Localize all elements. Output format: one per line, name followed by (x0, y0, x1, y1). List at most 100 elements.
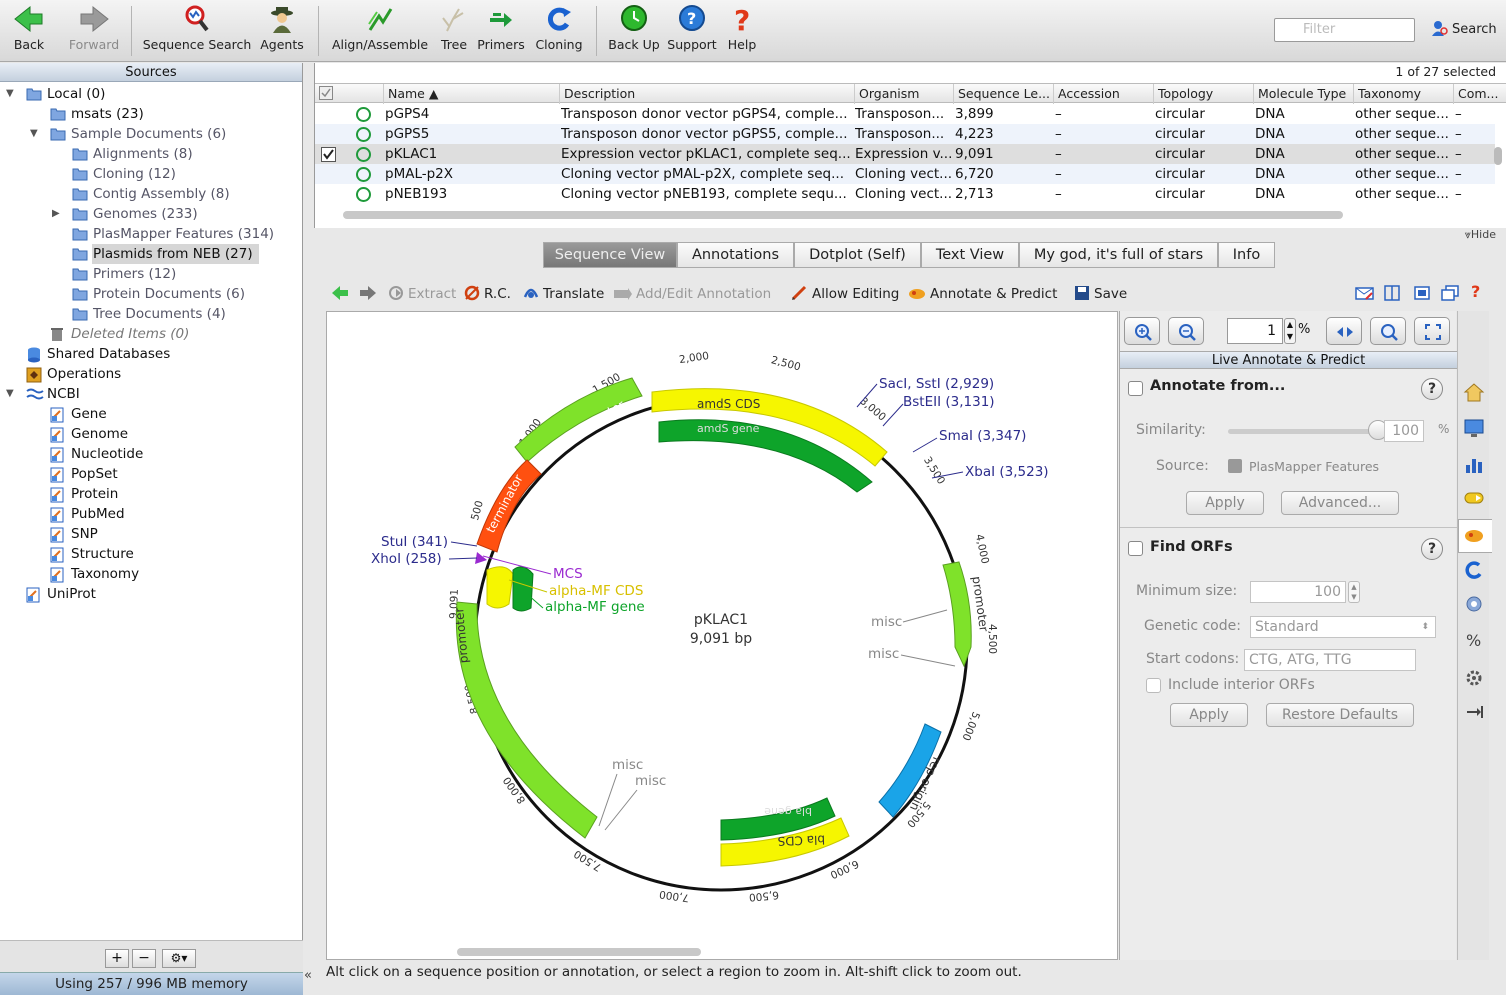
apply-annotate-button[interactable]: Apply (1186, 491, 1264, 515)
source-item-plasmapper-features[interactable]: PlasMapper Features (314) (0, 224, 300, 244)
monitor-icon[interactable] (1463, 417, 1485, 439)
fullscreen-button[interactable] (1414, 317, 1450, 345)
collapse-arrow-icon[interactable]: ▼ (6, 384, 14, 404)
tree-button[interactable]: Tree (437, 4, 471, 52)
support-button[interactable]: ? Support (664, 4, 720, 52)
tab-dotplot[interactable]: Dotplot (Self) (794, 242, 921, 268)
add-edit-annotation-button[interactable]: Add/Edit Annotation (613, 285, 771, 302)
extract-button[interactable]: Extract (387, 285, 456, 302)
allow-editing-button[interactable]: Allow Editing (791, 285, 899, 302)
sequence-search-button[interactable]: Sequence Search (142, 4, 252, 52)
annotate-predict-button[interactable]: Annotate & Predict (907, 285, 1057, 302)
tab-annotations[interactable]: Annotations (677, 242, 794, 268)
source-item-popset[interactable]: PopSet (0, 464, 300, 484)
annotate-help-button[interactable]: ? (1421, 378, 1443, 400)
source-item-contig-assembly[interactable]: Contig Assembly (8) (0, 184, 300, 204)
tab-sequence-view[interactable]: Sequence View (543, 242, 677, 268)
zoom-to-selection-button[interactable] (1370, 317, 1406, 345)
source-item-protein-documents[interactable]: Protein Documents (6) (0, 284, 300, 304)
filter-input[interactable]: Filter (1274, 18, 1415, 42)
column-header-accession[interactable]: Accession (1053, 84, 1153, 104)
back-up-button[interactable]: Back Up (604, 4, 664, 52)
zoom-in-button[interactable] (1124, 317, 1160, 345)
table-horizontal-scrollbar[interactable] (343, 211, 1343, 219)
source-item-snp[interactable]: SNP (0, 524, 300, 544)
source-item-uniprot[interactable]: UniProt (0, 584, 300, 604)
arrow-right-icon[interactable] (1463, 487, 1485, 509)
apply-orfs-button[interactable]: Apply (1170, 703, 1248, 727)
remove-source-button[interactable]: − (132, 949, 156, 968)
source-item-primers[interactable]: Primers (12) (0, 264, 300, 284)
nav-forward-button[interactable] (359, 285, 380, 302)
forward-button[interactable]: Forward (66, 4, 122, 52)
source-item-gene[interactable]: Gene (0, 404, 300, 424)
source-item-cloning[interactable]: Cloning (12) (0, 164, 300, 184)
restore-defaults-button[interactable]: Restore Defaults (1266, 703, 1414, 727)
percent-icon[interactable]: % (1463, 629, 1485, 651)
minimum-size-stepper[interactable]: ▲ ▼ (1348, 581, 1360, 603)
source-item-structure[interactable]: Structure (0, 544, 300, 564)
cloning-button[interactable]: Cloning (532, 4, 586, 52)
find-orfs-checkbox[interactable] (1128, 541, 1143, 556)
column-header-taxonomy[interactable]: Taxonomy (1353, 84, 1453, 104)
collapse-arrow-icon[interactable]: ▼ (30, 124, 38, 144)
start-codons-input[interactable]: CTG, ATG, TTG (1244, 649, 1416, 671)
column-header-organism[interactable]: Organism (854, 84, 953, 104)
zoom-stepper[interactable]: ▲ ▼ (1284, 318, 1296, 344)
align-assemble-button[interactable]: Align/Assemble (327, 4, 433, 52)
reverse-complement-button[interactable]: R.C. (463, 285, 511, 302)
table-row[interactable]: pMAL-p2X Cloning vector pMAL-p2X, complet… (315, 164, 1495, 184)
zoom-level-input[interactable]: 1 (1227, 318, 1283, 344)
search-button[interactable]: Search (1430, 19, 1497, 37)
table-row[interactable]: pGPS5 Transposon donor vector pGPS5, comp… (315, 124, 1495, 144)
save-button[interactable]: Save (1073, 285, 1127, 302)
plasmid-map[interactable]: 500 1,000 1,500 2,000 2,500 3,000 3,500 … (327, 312, 1117, 944)
fit-window-button[interactable] (1413, 285, 1436, 302)
source-item-alignments[interactable]: Alignments (8) (0, 144, 300, 164)
gear-menu-button[interactable]: ⚙▾ (162, 949, 196, 968)
home-icon[interactable] (1463, 381, 1485, 403)
column-header-topology[interactable]: Topology (1153, 84, 1253, 104)
hide-table-toggle[interactable]: ⩔Hide (1465, 228, 1496, 242)
feature-alpha-mf-gene[interactable] (512, 566, 534, 612)
split-view-button[interactable] (1383, 285, 1406, 302)
annotate-predict-tab-icon[interactable] (1463, 524, 1485, 546)
source-item-protein[interactable]: Protein (0, 484, 300, 504)
bar-chart-icon[interactable] (1463, 453, 1485, 475)
table-vertical-scrollbar[interactable] (1494, 147, 1502, 165)
expand-arrow-icon[interactable]: ▶ (52, 204, 60, 224)
minimum-size-input[interactable]: 100 (1250, 581, 1346, 603)
email-button[interactable] (1355, 285, 1378, 302)
advanced-button[interactable]: Advanced... (1281, 491, 1399, 515)
source-item-shared-databases[interactable]: Shared Databases (0, 344, 300, 364)
source-item-msats[interactable]: msats (23) (0, 104, 300, 124)
source-item-plasmids-from-neb[interactable]: Plasmids from NEB (27) (0, 244, 300, 264)
source-item-sample-documents[interactable]: ▼ Sample Documents (6) (0, 124, 300, 144)
nav-back-button[interactable] (331, 285, 352, 302)
source-item-genome[interactable]: Genome (0, 424, 300, 444)
column-header-sequence-length[interactable]: Sequence Le... (953, 84, 1053, 104)
source-item-taxonomy[interactable]: Taxonomy (0, 564, 300, 584)
new-window-button[interactable] (1441, 285, 1464, 302)
viewer-help-icon[interactable]: ? (1471, 282, 1480, 301)
similarity-slider[interactable] (1228, 429, 1378, 434)
help-button[interactable]: ? Help (724, 4, 760, 52)
source-item-tree-documents[interactable]: Tree Documents (4) (0, 304, 300, 324)
collapse-sidebar-icon[interactable]: « (304, 968, 312, 983)
table-row[interactable]: pNEB193 Cloning vector pNEB193, complete … (315, 184, 1495, 204)
feature-alpha-mf-cds[interactable] (486, 566, 514, 609)
cloning-tab-icon[interactable] (1463, 559, 1485, 581)
genetic-code-select[interactable]: Standard ⬍ (1250, 616, 1436, 638)
add-source-button[interactable]: + (105, 949, 129, 968)
feature-promoter-right[interactable] (942, 561, 972, 668)
column-header-description[interactable]: Description (559, 84, 854, 104)
orfs-help-button[interactable]: ? (1421, 538, 1443, 560)
tab-info[interactable]: Info (1218, 242, 1275, 268)
plasmid-map-canvas[interactable]: 500 1,000 1,500 2,000 2,500 3,000 3,500 … (326, 311, 1118, 960)
translate-button[interactable]: Translate (522, 285, 604, 302)
table-row[interactable]: pGPS4 Transposon donor vector pGPS4, comp… (315, 104, 1495, 124)
source-item-genomes[interactable]: ▶ Genomes (233) (0, 204, 300, 224)
fit-width-button[interactable] (1326, 317, 1362, 345)
source-item-operations[interactable]: Operations (0, 364, 300, 384)
source-item-deleted-items[interactable]: Deleted Items (0) (0, 324, 300, 344)
